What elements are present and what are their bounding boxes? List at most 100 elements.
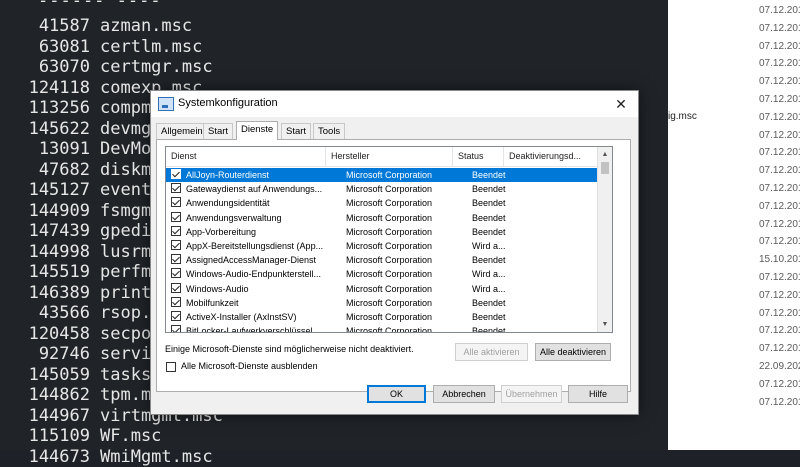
service-row[interactable]: AssignedAccessManager-Dienst Microsoft Co… [166,253,598,267]
service-checkbox[interactable] [171,282,181,293]
modified-date: 07.12.2019 [759,76,800,88]
terminal-header-dashes: ------ ---- [38,0,162,11]
service-manufacturer: Microsoft Corporation [346,312,433,322]
service-row[interactable]: BitLocker-Laufwerkverschlüssel... Microso… [166,324,598,333]
tab-allgemein[interactable]: Allgemein [156,123,208,139]
ok-button[interactable]: OK [367,385,426,403]
service-row[interactable]: App-Vorbereitung Microsoft Corporation Bee… [166,225,598,239]
modified-date: 07.12.2019 [759,111,800,123]
service-manufacturer: Microsoft Corporation [346,241,433,251]
service-status: Wird a... [472,283,506,294]
file-size: 146389 [28,282,90,303]
service-checkbox[interactable] [171,254,181,265]
modified-date: 07.12.2019 [759,289,800,301]
services-list[interactable]: Dienst Hersteller Status Deaktivierungsd… [165,146,613,333]
service-name: BitLocker-Laufwerkverschlüssel... [186,326,321,333]
file-size: 113256 [28,98,90,118]
title-bar[interactable]: Systemkonfiguration ✕ [151,91,638,117]
service-manufacturer: Microsoft Corporation [346,212,433,223]
service-checkbox[interactable] [171,197,181,208]
cancel-button[interactable]: Abbrechen [433,385,495,403]
file-explorer-pane: 07.12.2019 07.12.2019 07.12.2019 07.12.2019… [668,0,800,450]
file-size: 124118 [28,77,90,98]
tab-start-autostart[interactable]: Start [281,123,312,139]
service-row[interactable]: Windows-Audio Microsoft Corporation Wird a… [166,282,598,296]
enable-all-button[interactable]: Alle aktivieren [455,343,528,361]
column-header-manufacturer[interactable]: Hersteller [326,147,453,166]
apply-button[interactable]: Übernehmen [501,385,562,403]
service-checkbox[interactable] [171,240,181,250]
service-checkbox[interactable] [171,183,181,194]
service-row[interactable]: Gatewaydienst auf Anwendungs... Microsoft… [166,182,598,196]
services-panel: Dienst Hersteller Status Deaktivierungsd… [156,139,631,392]
modified-date: 07.12.2019 [759,236,800,248]
service-status: Beendet [472,212,506,223]
scroll-down-icon[interactable]: ▼ [598,318,612,331]
disable-all-button[interactable]: Alle deaktivieren [535,343,611,361]
column-header-deactivation-date[interactable]: Deaktivierungsd... [504,147,598,166]
service-row[interactable]: AppX-Bereitstellungsdienst (App... Micros… [166,239,598,253]
modified-date: 07.12.2019 [759,165,800,177]
hide-microsoft-services-label[interactable]: Alle Microsoft-Dienste ausblenden [181,361,318,371]
service-checkbox[interactable] [171,211,181,222]
system-configuration-dialog: Systemkonfiguration ✕ Allgemein Start Di… [150,90,639,415]
file-size: 115109 [28,426,90,446]
modified-date: 07.12.2019 [759,343,800,355]
service-row[interactable]: Mobilfunkzeit Microsoft Corporation Beende… [166,296,598,310]
modified-date: 07.12.2019 [759,147,800,159]
service-status: Beendet [472,198,506,209]
service-checkbox[interactable] [171,311,181,321]
service-checkbox[interactable] [171,225,181,236]
modified-date: 22.09.2021 [759,361,800,372]
modified-date: 07.12.2019 [759,58,800,70]
service-status: Beendet [472,326,506,333]
column-header-status[interactable]: Status [453,147,504,166]
tab-tools[interactable]: Tools [313,123,346,139]
modified-date: 07.12.2019 [759,183,800,194]
hide-microsoft-services-checkbox[interactable] [166,362,176,372]
service-row[interactable]: Windows-Audio-Endpunkterstell... Microsof… [166,267,598,281]
service-row[interactable]: AllJoyn-Routerdienst Microsoft Corporatio… [166,168,598,182]
modified-date: 07.12.2019 [759,307,800,319]
service-row[interactable]: Anwendungsidentität Microsoft Corporation… [166,196,598,210]
scroll-up-icon[interactable]: ▲ [598,148,612,161]
file-size: 120458 [28,323,90,344]
service-checkbox[interactable] [171,268,181,279]
file-size: 13091 [38,139,90,159]
modified-date: 07.12.2019 [759,40,800,52]
service-row[interactable]: Anwendungsverwaltung Microsoft Corporatio… [166,211,598,225]
service-status: Beendet [472,226,506,237]
file-size: 145622 [28,118,90,139]
file-name: WF.msc [100,426,162,446]
file-size: 63070 [38,57,90,77]
service-manufacturer: Microsoft Corporation [346,198,433,209]
modified-date: 07.12.2019 [759,396,800,408]
close-button[interactable]: ✕ [604,91,638,117]
file-size: 145127 [28,180,90,200]
service-checkbox[interactable] [171,296,181,307]
service-name: Gatewaydienst auf Anwendungs... [186,184,323,195]
modified-date: 07.12.2019 [759,218,800,230]
service-checkbox[interactable] [171,325,181,332]
service-row[interactable]: ActiveX-Installer (AxInstSV) Microsoft Co… [166,310,598,324]
tab-dienste[interactable]: Dienste [236,121,279,140]
service-name: Windows-Audio [186,283,249,294]
service-status: Wird a... [472,269,506,280]
scroll-thumb[interactable] [601,162,609,174]
service-name: Anwendungsidentität [186,198,270,209]
service-status: Beendet [472,297,506,308]
column-header-service[interactable]: Dienst [166,147,326,166]
service-checkbox[interactable] [171,169,181,179]
tab-start-boot[interactable]: Start [203,123,234,139]
service-name: Windows-Audio-Endpunkterstell... [186,269,322,280]
help-button[interactable]: Hilfe [568,385,628,403]
service-status: Wird a... [472,241,506,251]
terminal-line: 144862 tpm.msc [0,385,172,405]
file-size: 63081 [38,36,90,57]
terminal-line: 115109 WF.msc [0,426,162,446]
file-size: 43566 [38,303,90,323]
modified-date: 15.10.2019 [759,254,800,266]
service-name: Anwendungsverwaltung [186,212,282,223]
vertical-scrollbar[interactable]: ▲ ▼ [597,147,612,332]
service-manufacturer: Microsoft Corporation [346,297,433,308]
